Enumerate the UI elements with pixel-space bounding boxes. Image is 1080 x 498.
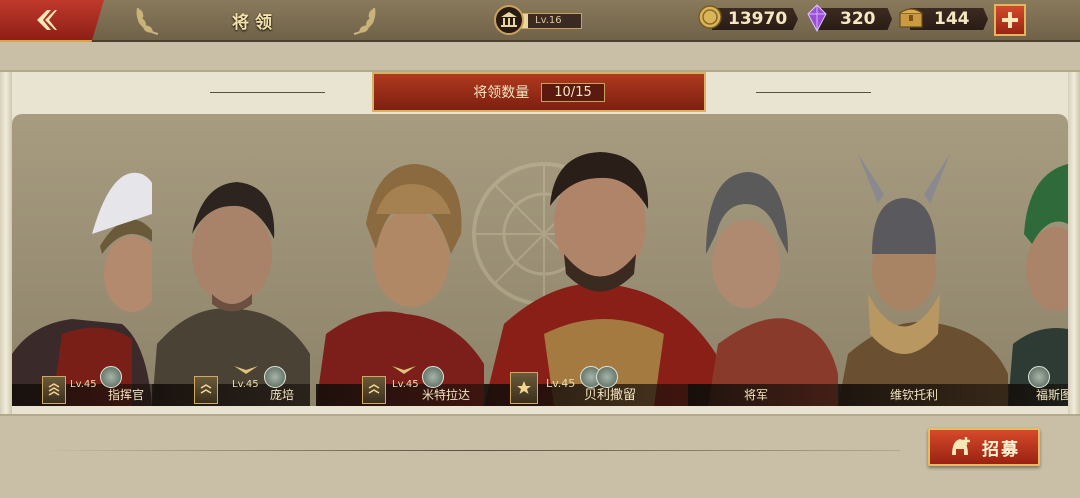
wing-insignia-icon <box>234 366 258 374</box>
medal-icon <box>100 366 122 388</box>
back-button[interactable] <box>0 0 104 42</box>
general-name: 贝利撒留 <box>583 388 636 403</box>
rank-badge-icon <box>194 376 218 404</box>
general-portrait <box>12 172 152 406</box>
wing-insignia-icon <box>392 366 416 374</box>
general-count-value: 10/15 <box>541 82 605 102</box>
general-card[interactable]: Lv.45 贝利撒留 <box>484 114 716 406</box>
general-card[interactable]: Lv.45 指挥官 <box>12 144 152 406</box>
recruit-helmet-icon <box>952 437 970 455</box>
gems-value: 320 <box>840 9 876 29</box>
recruit-label: 招募 <box>982 439 1020 460</box>
header-divider-right <box>756 92 871 93</box>
general-card[interactable]: 将军 <box>688 144 838 406</box>
medal-icon <box>264 366 286 388</box>
general-level: Lv.45 <box>392 379 419 390</box>
treasure-chest-icon <box>899 8 923 28</box>
laurel-right-icon <box>353 7 376 35</box>
gold-value: 13970 <box>728 9 788 29</box>
generals-gallery[interactable]: Lv.45 指挥官 Lv.45 庞培 Lv.45 米特拉达 Lv.45 贝利撒留… <box>12 114 1068 406</box>
general-portrait <box>838 154 1008 406</box>
general-card[interactable]: 维钦托利 <box>838 144 1008 406</box>
medal-icon <box>1028 366 1050 388</box>
general-name: 米特拉达 <box>421 388 470 402</box>
add-resource-button[interactable] <box>994 4 1026 36</box>
general-level: Lv.45 <box>70 379 97 390</box>
back-arrow-icon <box>37 10 57 30</box>
tokens-value: 144 <box>934 9 970 29</box>
star-rank-icon <box>510 372 538 404</box>
generals-panel: 将领数量 10/15 Lv.45 指挥官 Lv.45 庞培 Lv.45 米特拉达… <box>0 70 1080 416</box>
player-level[interactable]: Lv.16 <box>494 5 588 35</box>
general-name: 庞培 <box>269 388 294 402</box>
general-count-label: 将领数量 <box>473 85 530 101</box>
rank-badge-icon <box>42 376 66 404</box>
page-title: 将领 <box>232 13 278 33</box>
header-divider-left <box>210 92 325 93</box>
general-name: 福斯图 <box>1035 388 1068 402</box>
right-column-ornament <box>1068 72 1080 414</box>
general-level: Lv.45 <box>546 377 576 390</box>
temple-icon <box>494 5 524 35</box>
level-text: Lv.16 <box>535 15 562 26</box>
general-name: 指挥官 <box>107 388 144 402</box>
general-level: Lv.45 <box>232 379 259 390</box>
general-name: 维钦托利 <box>889 388 938 402</box>
top-bar: 将领 Lv.16 13970 320 144 <box>0 0 1080 42</box>
general-name: 将军 <box>743 388 768 402</box>
recruit-button[interactable]: 招募 <box>928 428 1040 466</box>
left-column-ornament <box>0 72 12 414</box>
gold-coin-icon <box>698 5 722 29</box>
general-portrait <box>484 152 716 406</box>
footer-divider <box>40 450 900 451</box>
general-portrait <box>706 172 838 406</box>
general-count-banner: 将领数量 10/15 <box>372 72 706 112</box>
rank-badge-icon <box>362 376 386 404</box>
medal-icon <box>422 366 444 388</box>
general-card[interactable]: 福斯图 <box>1008 144 1068 406</box>
level-progress-bar: Lv.16 <box>520 13 582 29</box>
general-card[interactable]: Lv.45 庞培 <box>152 144 310 406</box>
purple-crystal-icon <box>807 4 827 32</box>
laurel-left-icon <box>136 7 159 35</box>
plus-icon <box>1002 12 1018 28</box>
general-portrait <box>152 182 310 406</box>
general-card[interactable]: Lv.45 米特拉达 <box>316 144 484 406</box>
